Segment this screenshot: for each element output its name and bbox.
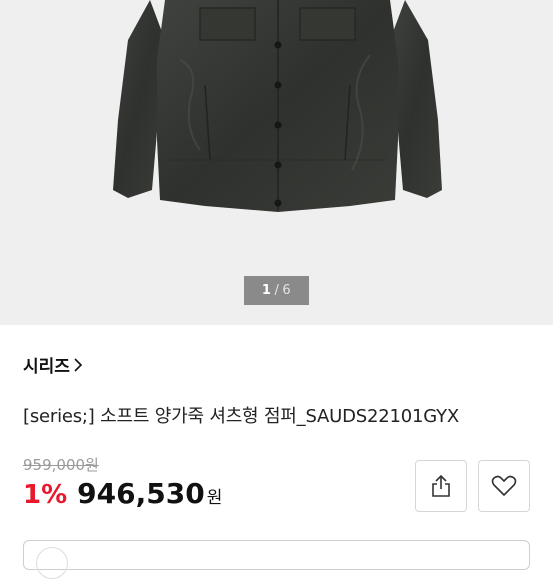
chevron-right-icon xyxy=(74,357,83,372)
image-pager: 1 / 6 xyxy=(244,276,309,305)
currency-unit: 원 xyxy=(206,488,223,508)
series-label: 시리즈 xyxy=(23,357,70,377)
heart-icon xyxy=(491,475,517,496)
pager-current: 1 xyxy=(261,283,272,298)
seller-box[interactable] xyxy=(23,540,530,579)
product-image-gallery[interactable]: 1 / 6 xyxy=(0,0,553,325)
pager-separator: / xyxy=(274,283,280,298)
wishlist-button[interactable] xyxy=(478,460,530,512)
share-icon xyxy=(432,474,450,497)
original-price: 959,000원 xyxy=(23,456,99,474)
price-row: 1% 946,530 원 xyxy=(23,477,222,510)
pager-total: 6 xyxy=(282,283,292,298)
discount-rate: 1% xyxy=(23,480,68,510)
product-title: [series;] 소프트 양가죽 셔츠형 점퍼_SAUDS22101GYX xyxy=(23,406,460,427)
share-button[interactable] xyxy=(415,460,467,512)
sale-price: 946,530 xyxy=(77,477,205,510)
seller-avatar xyxy=(36,547,68,579)
series-link[interactable]: 시리즈 xyxy=(23,352,83,377)
